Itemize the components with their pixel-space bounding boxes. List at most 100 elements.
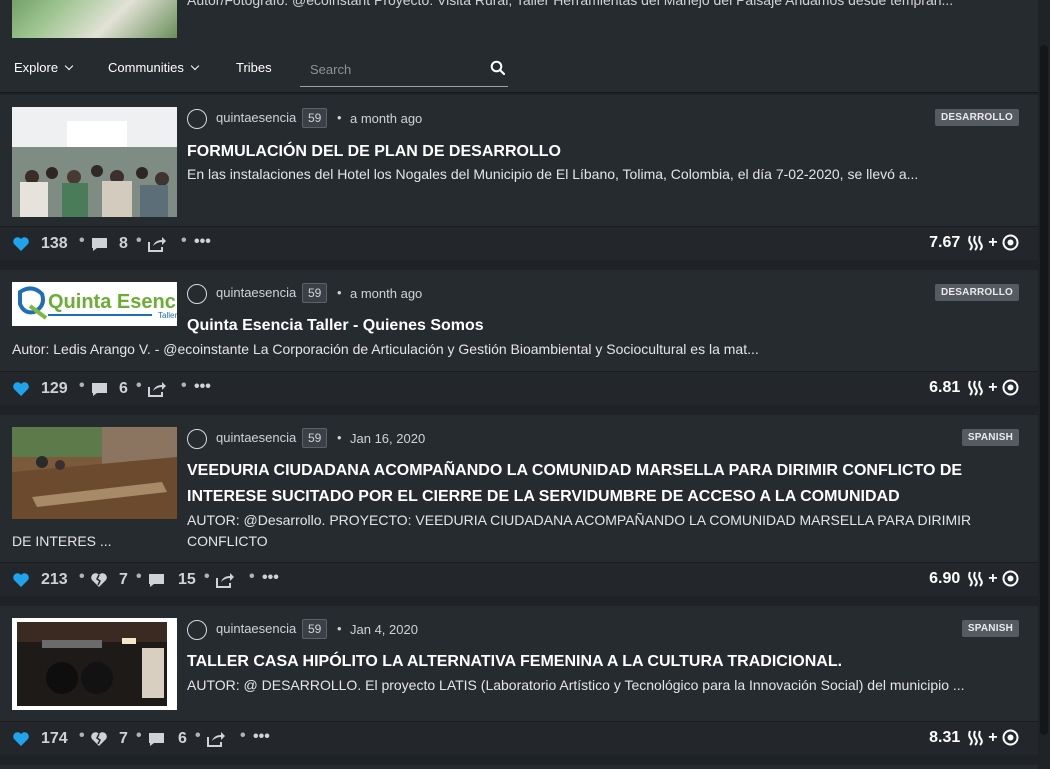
steem-engine-icon xyxy=(1002,379,1019,396)
post-card[interactable]: quintaesencia 59 • Jan 16, 2020 SPANISH … xyxy=(0,415,1038,596)
post-title[interactable]: FORMULACIÓN DEL DE PLAN DE DESARROLLO xyxy=(187,139,1017,165)
post-card[interactable]: quintaesencia 59 • Jan 4, 2020 SPANISH T… xyxy=(0,606,1038,755)
post-description[interactable]: En las instalaciones del Hotel los Nogal… xyxy=(187,164,918,185)
post-description-continued[interactable]: DE INTERES ... xyxy=(12,531,112,552)
more-icon[interactable]: ••• xyxy=(194,233,211,251)
post-time[interactable]: Jan 4, 2020 xyxy=(350,622,418,637)
comment-icon[interactable] xyxy=(148,573,165,588)
post-title[interactable]: Quinta Esencia Taller - Quienes Somos xyxy=(187,313,1017,339)
author-name[interactable]: quintaesencia xyxy=(216,621,296,636)
vote-count[interactable]: 129 xyxy=(41,380,68,398)
post-thumbnail[interactable] xyxy=(12,0,177,38)
steem-icon xyxy=(967,235,983,251)
payout[interactable]: 8.31 + xyxy=(929,729,1019,747)
post-title-line: VEEDURIA CIUDADANA ACOMPAÑANDO LA COMUNI… xyxy=(187,462,963,479)
post-footer: 174 • 7 • 6 • • ••• 8.31 + xyxy=(0,721,1038,755)
payout-value: 7.67 xyxy=(929,234,961,251)
payout-plus: + xyxy=(988,234,998,251)
post-description[interactable]: Autor: Ledis Arango V. - @ecoinstante La… xyxy=(12,339,759,360)
post-time[interactable]: a month ago xyxy=(350,111,422,126)
meta-separator: • xyxy=(337,285,342,300)
vote-count[interactable]: 174 xyxy=(41,730,68,748)
comment-icon[interactable] xyxy=(91,237,108,252)
post-thumbnail[interactable] xyxy=(12,618,177,710)
comment-count[interactable]: 6 xyxy=(119,380,128,398)
footer-separator: • xyxy=(181,232,187,249)
avatar[interactable] xyxy=(187,109,207,129)
broken-heart-icon[interactable] xyxy=(90,572,108,588)
scrollbar[interactable] xyxy=(1038,0,1050,769)
downvote-count[interactable]: 7 xyxy=(119,571,128,589)
comment-count[interactable]: 15 xyxy=(178,571,196,589)
payout[interactable]: 6.90 + xyxy=(929,570,1019,588)
reblog-icon[interactable] xyxy=(148,236,166,252)
more-icon[interactable]: ••• xyxy=(194,378,211,396)
reblog-icon[interactable] xyxy=(148,381,166,397)
footer-separator: • xyxy=(195,727,201,744)
search-input[interactable] xyxy=(308,61,482,78)
author-name[interactable]: quintaesencia xyxy=(216,285,296,300)
footer-separator: • xyxy=(79,727,85,744)
post-title[interactable]: TALLER CASA HIPÓLITO LA ALTERNATIVA FEME… xyxy=(187,649,1017,675)
comment-count[interactable]: 8 xyxy=(119,235,128,253)
scrollbar-thumb[interactable] xyxy=(1040,45,1048,735)
post-thumbnail[interactable]: Quinta Esencia Taller xyxy=(12,282,177,326)
post-footer: 213 • 7 • 15 • • ••• 6.90 + xyxy=(0,562,1038,596)
footer-separator: • xyxy=(79,377,85,394)
partial-post-card[interactable]: Autor/Fotógrafo: @ecoinstant Proyecto: V… xyxy=(0,0,1038,42)
vote-count[interactable]: 213 xyxy=(41,571,68,589)
payout[interactable]: 7.67 + xyxy=(929,234,1019,252)
steem-engine-icon xyxy=(1002,570,1019,587)
steem-icon xyxy=(967,380,983,396)
post-time[interactable]: a month ago xyxy=(350,286,422,301)
post-title[interactable]: VEEDURIA CIUDADANA ACOMPAÑANDO LA COMUNI… xyxy=(187,458,1017,510)
community-tag[interactable]: DESARROLLO xyxy=(935,284,1019,301)
explore-menu[interactable]: Explore xyxy=(14,60,74,75)
comment-icon[interactable] xyxy=(91,382,108,397)
author-name[interactable]: quintaesencia xyxy=(216,110,296,125)
post-thumbnail[interactable] xyxy=(12,427,177,519)
payout[interactable]: 6.81 + xyxy=(929,379,1019,397)
post-card[interactable]: Quinta Esencia Taller quintaesencia 59 •… xyxy=(0,270,1038,405)
comment-icon[interactable] xyxy=(148,732,165,747)
post-card[interactable]: quintaesencia 59 • a month ago DESARROLL… xyxy=(0,95,1038,260)
avatar[interactable] xyxy=(187,429,207,449)
post-description[interactable]: AUTOR: @ DESARROLLO. El proyecto LATIS (… xyxy=(187,675,965,696)
avatar[interactable] xyxy=(187,620,207,640)
quinta-esencia-logo: Quinta Esencia Taller xyxy=(12,282,177,326)
community-tag[interactable]: SPANISH xyxy=(961,620,1019,637)
post-title-line: INTERESE SUCITADO POR EL CIERRE DE LA SE… xyxy=(187,488,900,505)
author-name[interactable]: quintaesencia xyxy=(216,430,296,445)
more-icon[interactable]: ••• xyxy=(253,728,270,746)
heart-icon[interactable] xyxy=(12,572,30,588)
footer-separator: • xyxy=(79,568,85,585)
community-tag[interactable]: SPANISH xyxy=(961,429,1019,446)
footer-separator: • xyxy=(136,727,142,744)
vote-count[interactable]: 138 xyxy=(41,235,68,253)
post-description: Autor/Fotógrafo: @ecoinstant Proyecto: V… xyxy=(187,0,954,8)
payout-plus: + xyxy=(988,379,998,396)
explore-label: Explore xyxy=(14,60,59,75)
broken-heart-icon[interactable] xyxy=(90,731,108,747)
heart-icon[interactable] xyxy=(12,731,30,747)
reblog-icon[interactable] xyxy=(216,572,234,588)
heart-icon[interactable] xyxy=(12,236,30,252)
community-tag[interactable]: DESARROLLO xyxy=(935,109,1019,126)
tribes-link[interactable]: Tribes xyxy=(236,60,272,75)
reblog-icon[interactable] xyxy=(207,731,225,747)
avatar[interactable] xyxy=(187,284,207,304)
heart-icon[interactable] xyxy=(12,381,30,397)
steem-icon xyxy=(967,571,983,587)
communities-menu[interactable]: Communities xyxy=(108,60,200,75)
comment-count[interactable]: 6 xyxy=(178,730,187,748)
footer-separator: • xyxy=(136,232,142,249)
post-time[interactable]: Jan 16, 2020 xyxy=(350,431,425,446)
post-description[interactable]: AUTOR: @Desarrollo. PROYECTO: VEEDURIA C… xyxy=(187,510,1038,552)
downvote-count[interactable]: 7 xyxy=(119,730,128,748)
footer-separator: • xyxy=(204,568,210,585)
payout-plus: + xyxy=(988,729,998,746)
search-icon[interactable] xyxy=(490,60,506,76)
more-icon[interactable]: ••• xyxy=(262,569,279,587)
post-thumbnail[interactable] xyxy=(12,107,177,217)
partial-post-card[interactable] xyxy=(0,765,1038,769)
